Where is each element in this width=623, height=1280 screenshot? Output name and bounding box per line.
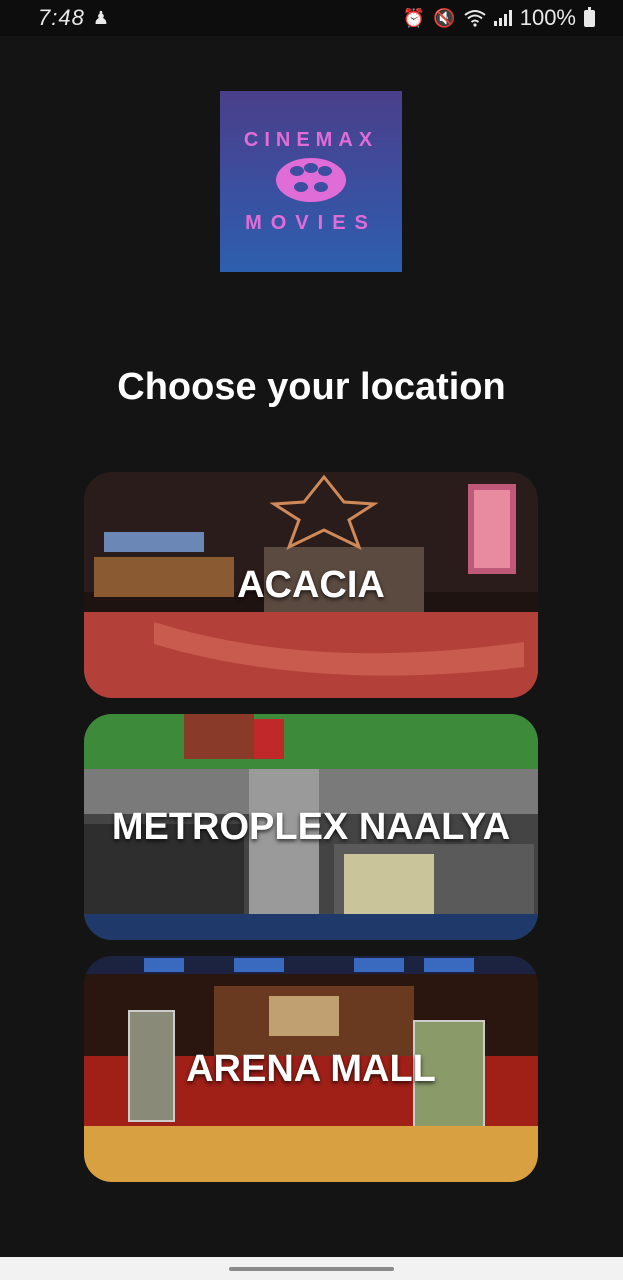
location-card-acacia[interactable]: ACACIA — [84, 472, 538, 698]
battery-icon — [584, 6, 595, 27]
mute-icon: 🔇 — [433, 7, 456, 28]
status-left: 7:48 ♟ — [38, 5, 109, 31]
logo-arc-text: CINEMAX — [243, 128, 379, 151]
location-label: ACACIA — [237, 563, 385, 606]
home-gesture-pill[interactable] — [229, 1267, 394, 1271]
alarm-icon: ⏰ — [402, 7, 426, 28]
system-nav-bar — [0, 1257, 623, 1280]
location-card-arena-mall[interactable]: ARENA MALL — [84, 956, 538, 1182]
status-time: 7:48 — [38, 5, 85, 30]
location-label: ARENA MALL — [186, 1047, 436, 1090]
film-reel-icon — [276, 157, 346, 202]
status-right: ⏰ 🔇 100% — [403, 5, 595, 31]
location-label: METROPLEX NAALYA — [111, 805, 511, 848]
status-bar: 7:48 ♟ ⏰ 🔇 100% — [0, 0, 623, 36]
user-icon: ♟ — [92, 7, 109, 28]
logo-sub-text: MOVIES — [245, 211, 377, 234]
cinemax-movies-logo: CINEMAX MOVIES — [220, 91, 402, 272]
page-title: Choose your location — [117, 366, 506, 408]
signal-icon — [493, 10, 512, 26]
location-card-metroplex-naalya[interactable]: METROPLEX NAALYA — [84, 714, 538, 940]
battery-percent: 100% — [519, 5, 576, 30]
wifi-icon — [464, 10, 486, 27]
